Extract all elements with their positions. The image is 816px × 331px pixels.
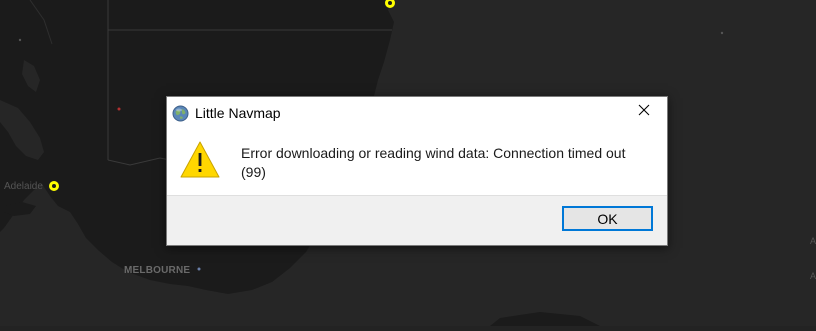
map-label-melbourne: MELBOURNE [124,265,191,276]
map-label-edge: A [810,236,816,246]
error-message: Error downloading or reading wind data: … [241,145,626,180]
globe-icon [172,105,189,122]
dialog-title: Little Navmap [195,105,281,121]
map-point[interactable] [197,267,201,271]
map-label-edge: A [810,271,816,281]
map-point[interactable] [117,107,121,111]
ok-button[interactable]: OK [562,206,653,231]
map-point[interactable] [18,38,22,42]
map-point[interactable] [720,31,724,35]
airport-marker-adelaide[interactable] [49,181,59,191]
error-dialog: Little Navmap Error downloading or readi… [166,96,668,246]
dialog-body: Error downloading or reading wind data: … [167,128,667,195]
close-icon [638,103,650,121]
dialog-button-bar: OK [167,195,667,245]
warning-icon [179,140,221,180]
ok-button-label: OK [597,210,618,227]
map-label-adelaide: Adelaide [4,181,43,192]
close-button[interactable] [622,97,666,127]
dialog-titlebar[interactable]: Little Navmap [167,97,667,128]
